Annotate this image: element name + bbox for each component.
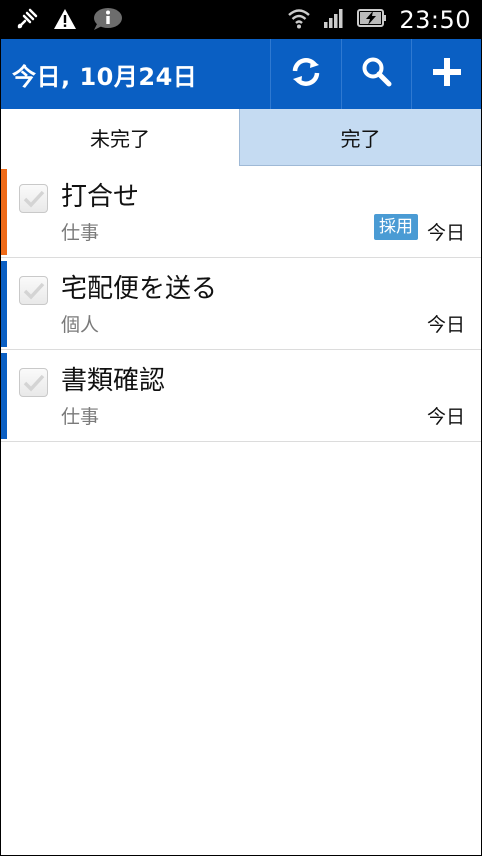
action-bar: 今日, 10月24日	[1, 39, 481, 109]
date-title: 今日, 10月24日	[12, 63, 198, 91]
task-checkbox[interactable]	[19, 276, 48, 305]
usb-debug-icon	[15, 7, 39, 35]
warning-icon	[53, 8, 77, 34]
task-title: 書類確認	[61, 366, 166, 396]
search-icon	[361, 56, 393, 92]
checkmark-icon	[23, 282, 45, 300]
task-due: 今日	[426, 314, 465, 336]
task-checkbox[interactable]	[19, 368, 48, 397]
task-due: 今日	[426, 222, 465, 244]
task-color-bar	[1, 169, 7, 255]
wifi-icon	[287, 7, 311, 33]
tab-complete[interactable]: 完了	[239, 109, 481, 166]
add-task-button[interactable]	[411, 39, 481, 109]
task-category: 仕事	[61, 406, 100, 428]
status-time: 23:50	[399, 6, 471, 34]
task-row[interactable]: 書類確認 仕事 今日	[1, 350, 481, 442]
task-color-bar	[1, 353, 7, 439]
status-bar: 23:50	[1, 1, 481, 39]
task-row[interactable]: 宅配便を送る 個人 今日	[1, 258, 481, 350]
task-row[interactable]: 打合せ 仕事 採用 今日	[1, 166, 481, 258]
checkmark-icon	[23, 190, 45, 208]
plus-icon	[432, 57, 462, 91]
battery-charging-icon	[357, 8, 387, 32]
search-button[interactable]	[341, 39, 411, 109]
info-icon	[91, 7, 123, 35]
task-category: 個人	[61, 314, 100, 336]
tab-incomplete[interactable]: 未完了	[1, 109, 239, 166]
tab-bar: 未完了 完了	[1, 109, 481, 166]
task-badge: 採用	[374, 214, 418, 240]
task-list: 打合せ 仕事 採用 今日 宅配便を送る 個人 今日 書類確認 仕事 今日	[1, 166, 481, 442]
refresh-button[interactable]	[270, 39, 340, 109]
task-title: 打合せ	[61, 182, 140, 212]
task-category: 仕事	[61, 222, 100, 244]
app-screen: 23:50 今日, 10月24日 未完了 完了 打合せ 仕事 採用 今日 宅配便…	[1, 1, 481, 855]
checkmark-icon	[23, 374, 45, 392]
task-due: 今日	[426, 406, 465, 428]
task-color-bar	[1, 261, 7, 347]
status-right-icons: 23:50	[287, 5, 471, 35]
task-title: 宅配便を送る	[61, 274, 218, 304]
signal-icon	[323, 7, 345, 33]
status-left-icons	[15, 7, 123, 35]
task-checkbox[interactable]	[19, 184, 48, 213]
refresh-icon	[289, 55, 323, 93]
